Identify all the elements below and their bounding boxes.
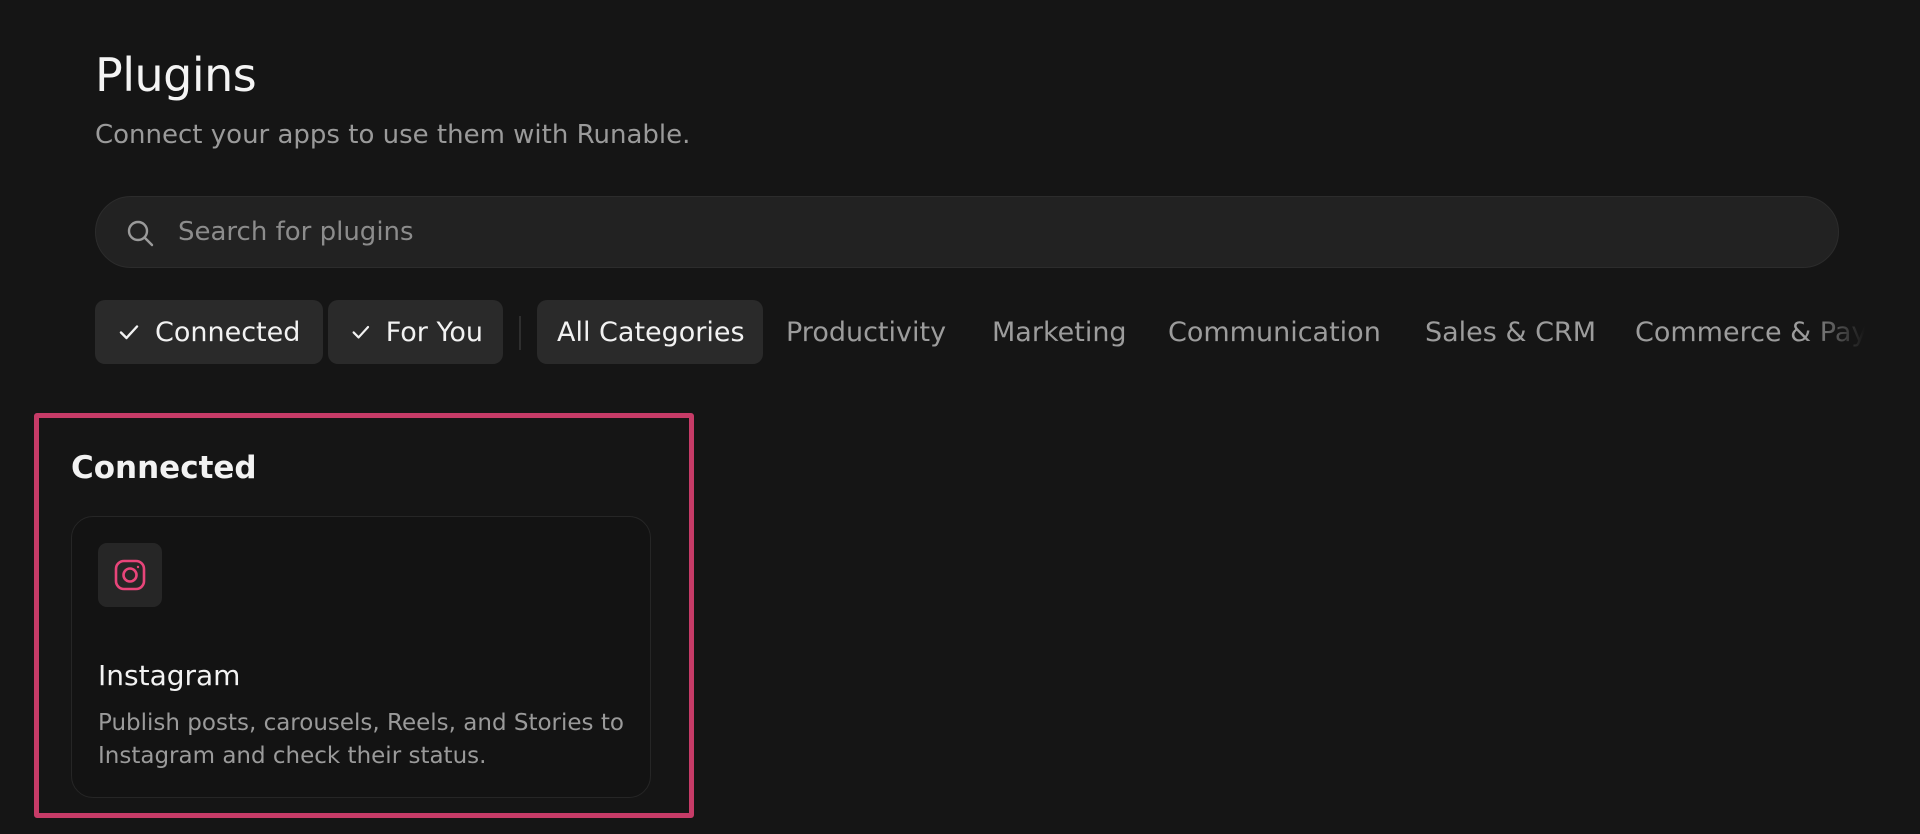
filter-for-you-toggle[interactable]: For You [328, 300, 503, 364]
category-marketing-label: Marketing [992, 316, 1127, 348]
category-productivity-label: Productivity [786, 316, 947, 348]
category-marketing[interactable]: Marketing [992, 300, 1127, 364]
category-sales-crm[interactable]: Sales & CRM [1425, 300, 1596, 364]
filter-for-you-label: For You [385, 316, 483, 348]
category-all-label: All Categories [557, 316, 745, 348]
page-subtitle: Connect your apps to use them with Runab… [95, 120, 691, 150]
connected-section-title: Connected [71, 450, 257, 486]
category-communication[interactable]: Communication [1168, 300, 1381, 364]
search-bar[interactable] [95, 196, 1839, 268]
category-productivity[interactable]: Productivity [786, 300, 946, 364]
page-title: Plugins [95, 48, 257, 102]
check-icon [119, 325, 139, 340]
check-icon [352, 325, 370, 339]
search-input[interactable] [178, 197, 1778, 267]
filter-connected-label: Connected [155, 316, 301, 348]
filter-overflow-fade [1805, 300, 1865, 364]
plugin-card-instagram[interactable]: Instagram Publish posts, carousels, Reel… [71, 516, 651, 798]
filter-connected-toggle[interactable]: Connected [95, 300, 323, 364]
plugins-page: Plugins Connect your apps to use them wi… [0, 0, 1920, 834]
plugin-name: Instagram [98, 659, 241, 692]
category-communication-label: Communication [1168, 316, 1381, 348]
instagram-icon [114, 559, 146, 591]
filter-divider [519, 316, 521, 350]
plugin-icon-container [98, 543, 162, 607]
category-all[interactable]: All Categories [537, 300, 763, 364]
filter-bar: Connected For You All Categories Product… [95, 300, 1865, 364]
category-sales-crm-label: Sales & CRM [1425, 316, 1596, 348]
plugin-description: Publish posts, carousels, Reels, and Sto… [98, 710, 624, 769]
search-icon [127, 220, 154, 247]
